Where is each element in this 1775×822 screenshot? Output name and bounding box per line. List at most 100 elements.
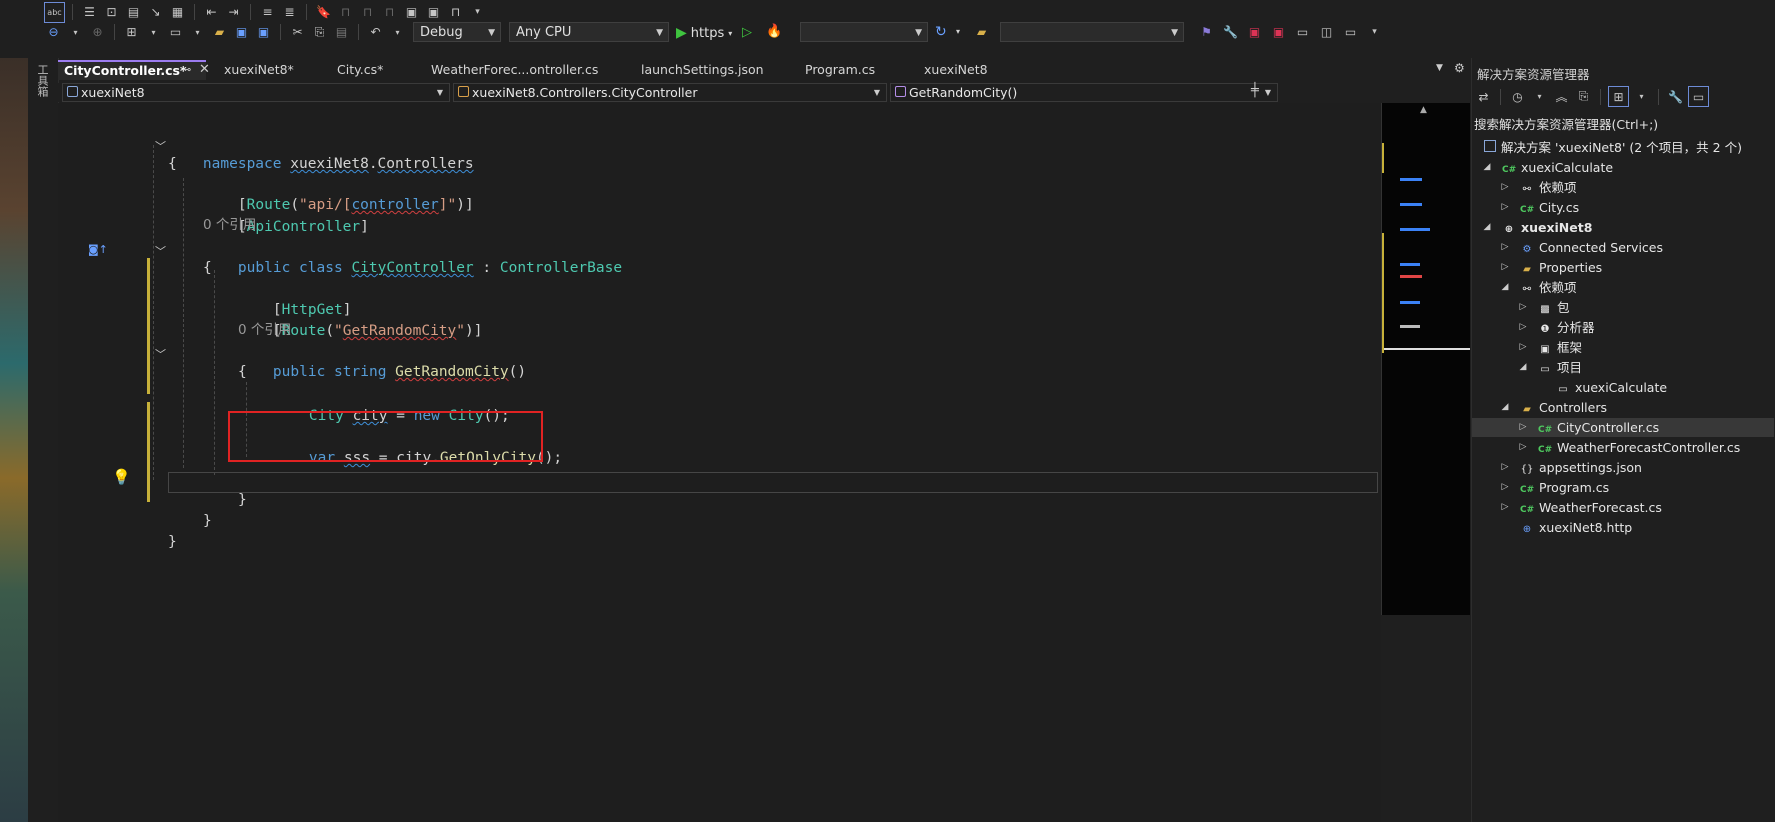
- save-all-icon[interactable]: ▣: [254, 23, 273, 42]
- tab-launchsettings[interactable]: launchSettings.json: [635, 60, 785, 80]
- refresh-icon[interactable]: ↻: [935, 24, 947, 40]
- solution-search-input[interactable]: 搜索解决方案资源管理器(Ctrl+;): [1474, 116, 1772, 134]
- save-icon[interactable]: ▣: [232, 23, 251, 42]
- solution-icon[interactable]: ⊞: [122, 23, 141, 42]
- scroll-up-icon[interactable]: ▲: [1420, 105, 1427, 115]
- collapsed-arrow-icon[interactable]: ▷: [1500, 498, 1510, 517]
- format-icon[interactable]: ▦: [168, 3, 187, 22]
- tree-item-dependencies[interactable]: ◢ ⚯ 依赖项: [1478, 278, 1577, 297]
- back-icon[interactable]: ⊖: [44, 23, 63, 42]
- paste-icon[interactable]: ▤: [332, 23, 351, 42]
- bookmark-window-icon[interactable]: ⊓: [446, 3, 465, 22]
- pin-icon[interactable]: ⊸: [182, 63, 191, 76]
- collapsed-arrow-icon[interactable]: ▷: [1518, 318, 1528, 337]
- tree-item-citycontroller-cs[interactable]: ▷ C# CityController.cs: [1472, 418, 1774, 437]
- comment-flag-icon[interactable]: ▣: [1245, 22, 1264, 41]
- forward-icon[interactable]: ⊕: [88, 23, 107, 42]
- gear-icon[interactable]: ⚙: [1454, 61, 1465, 75]
- tree-item-controllers-folder[interactable]: ◢ ▰ Controllers: [1478, 398, 1607, 417]
- dropdown-arrow-icon[interactable]: ▾: [144, 23, 163, 42]
- copy-icon[interactable]: ⎘: [310, 23, 329, 42]
- bookmark-icon[interactable]: 🔖: [314, 3, 333, 22]
- collapse-all-icon[interactable]: ︽: [1552, 87, 1571, 106]
- collapsed-arrow-icon[interactable]: ▷: [1518, 298, 1528, 317]
- tab-xuexinet8-project[interactable]: xuexiNet8*: [218, 60, 328, 80]
- dropdown-arrow-icon[interactable]: ▾: [188, 23, 207, 42]
- parameter-info-icon[interactable]: ⊡: [102, 3, 121, 22]
- collapsed-arrow-icon[interactable]: ▷: [1500, 178, 1510, 197]
- toggle-icon[interactable]: ▭: [1341, 22, 1360, 41]
- dropdown-arrow-icon[interactable]: ▾: [388, 23, 407, 42]
- list-members-icon[interactable]: ☰: [80, 3, 99, 22]
- tab-city[interactable]: City.cs*: [331, 60, 415, 80]
- start-debug-button[interactable]: ▶ https ▾: [676, 24, 732, 42]
- tree-item-weatherforecast-cs[interactable]: ▷ C# WeatherForecast.cs: [1478, 498, 1662, 517]
- tree-item-packages[interactable]: ▷ ▩ 包: [1478, 298, 1570, 317]
- member-select[interactable]: GetRandomCity() ▼: [890, 83, 1278, 102]
- tree-item-city-cs[interactable]: ▷ C# City.cs: [1478, 198, 1580, 217]
- collapsed-arrow-icon[interactable]: ▷: [1500, 478, 1510, 497]
- chevron-down-icon[interactable]: ▾: [956, 27, 960, 36]
- tab-overflow-icon[interactable]: ▼: [1436, 63, 1443, 73]
- close-icon[interactable]: ✕: [199, 62, 210, 77]
- toolbox-tab[interactable]: 工具箱: [36, 64, 50, 97]
- collapsed-arrow-icon[interactable]: ▷: [1518, 418, 1528, 437]
- tree-item-xuexinet8-http[interactable]: ⊕ xuexiNet8.http: [1478, 518, 1632, 537]
- dropdown-arrow-icon[interactable]: ▾: [66, 23, 85, 42]
- start-without-debug-icon[interactable]: ▷: [742, 25, 752, 40]
- outdent-icon[interactable]: ⇤: [202, 3, 221, 22]
- tab-xuexinet8[interactable]: xuexiNet8: [918, 60, 1028, 80]
- prev-bookmark-folder-icon[interactable]: ⊓: [380, 3, 399, 22]
- wrench-icon[interactable]: 🔧: [1221, 22, 1240, 41]
- show-all-files-icon[interactable]: ⎘: [1574, 87, 1593, 106]
- complete-word-icon[interactable]: ↘: [146, 3, 165, 22]
- comment-icon[interactable]: ≡: [258, 3, 277, 22]
- implementation-glyph-icon[interactable]: ◙↑: [88, 243, 108, 256]
- codelens-references[interactable]: 0 个引用: [203, 215, 256, 236]
- type-select[interactable]: xuexiNet8.Controllers.CityController ▼: [453, 83, 887, 102]
- wrench-icon[interactable]: 🔧: [1666, 87, 1685, 106]
- next-bookmark-icon[interactable]: ⊓: [358, 3, 377, 22]
- platform-select[interactable]: Any CPU ▼: [509, 22, 669, 42]
- toolbox-icon[interactable]: ▣: [1269, 22, 1288, 41]
- clear-bookmarks-icon[interactable]: ▣: [424, 3, 443, 22]
- chevron-down-icon[interactable]: ▾: [1632, 87, 1651, 106]
- feedback-icon[interactable]: ⚑: [1197, 22, 1216, 41]
- next-bookmark-folder-icon[interactable]: ▣: [402, 3, 421, 22]
- view-switch-icon[interactable]: ⊞: [1608, 86, 1629, 107]
- chevron-down-icon[interactable]: ﹀: [155, 138, 166, 154]
- tree-item-xuexinet8-project[interactable]: ◢ ⊕ xuexiNet8: [1478, 218, 1593, 237]
- expanded-arrow-icon[interactable]: ◢: [1518, 358, 1528, 377]
- collapsed-arrow-icon[interactable]: ▷: [1500, 238, 1510, 257]
- tab-weatherforecastcontroller[interactable]: WeatherForec...ontroller.cs: [425, 60, 601, 80]
- chevron-down-icon[interactable]: ▾: [1530, 87, 1549, 106]
- tree-item-dependencies[interactable]: ▷ ⚯ 依赖项: [1478, 178, 1577, 197]
- expanded-arrow-icon[interactable]: ◢: [1500, 398, 1510, 417]
- quick-info-icon[interactable]: ▤: [124, 3, 143, 22]
- tree-item-frameworks[interactable]: ▷ ▣ 框架: [1478, 338, 1582, 357]
- search-combo[interactable]: ▼: [1000, 22, 1184, 42]
- chevron-down-icon[interactable]: ﹀: [155, 346, 166, 362]
- browser-icon[interactable]: ▭: [1293, 22, 1312, 41]
- lightbulb-icon[interactable]: 💡: [112, 468, 131, 486]
- tree-item-appsettings-json[interactable]: ▷ {} appsettings.json: [1478, 458, 1642, 477]
- codelens-references[interactable]: 0 个引用: [238, 320, 291, 341]
- toolbar-overflow-icon[interactable]: ▾: [468, 3, 487, 22]
- prev-bookmark-icon[interactable]: ⊓: [336, 3, 355, 22]
- open-folder-icon[interactable]: ▰: [210, 23, 229, 42]
- tree-item-xuexicalculate-project[interactable]: ◢ C# xuexiCalculate: [1478, 158, 1614, 177]
- tree-item-projects[interactable]: ◢ ▭ 项目: [1478, 358, 1582, 377]
- tree-item-properties[interactable]: ▷ ▰ Properties: [1478, 258, 1603, 277]
- collapsed-arrow-icon[interactable]: ▷: [1500, 258, 1510, 277]
- project-select[interactable]: xuexiNet8 ▼: [62, 83, 450, 102]
- toolbar-overflow-icon[interactable]: ▾: [1365, 22, 1384, 41]
- cut-icon[interactable]: ✂: [288, 23, 307, 42]
- tree-item-analyzers[interactable]: ▷ ❶ 分析器: [1478, 318, 1595, 337]
- split-editor-icon[interactable]: ╪: [1251, 83, 1259, 98]
- collapsed-arrow-icon[interactable]: ▷: [1500, 198, 1510, 217]
- tree-item-project-reference[interactable]: ▭ xuexiCalculate: [1478, 378, 1667, 397]
- tab-program[interactable]: Program.cs: [799, 60, 909, 80]
- startup-item-select[interactable]: ▼: [800, 22, 928, 42]
- uncomment-icon[interactable]: ≣: [280, 3, 299, 22]
- expanded-arrow-icon[interactable]: ◢: [1482, 158, 1492, 177]
